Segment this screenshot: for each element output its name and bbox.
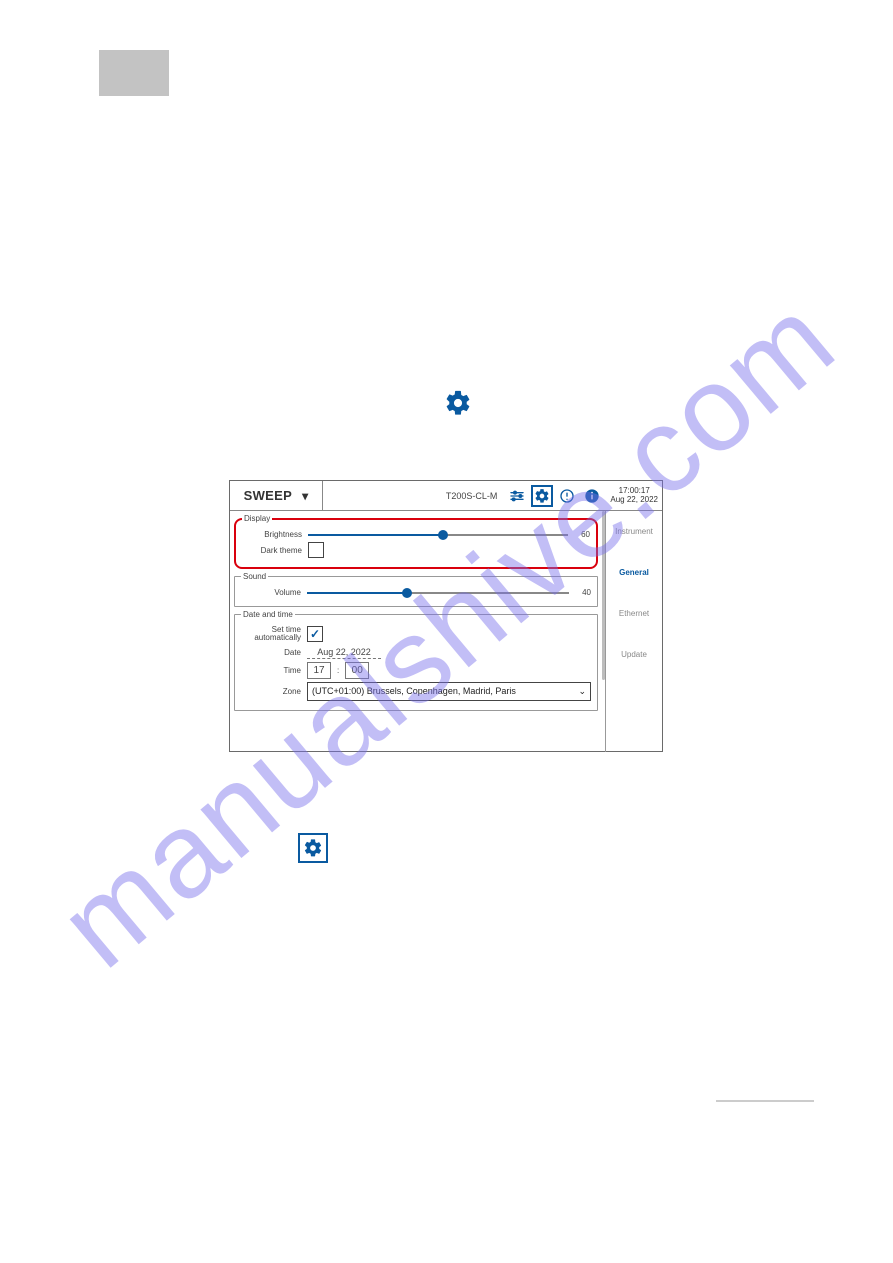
volume-label: Volume [241, 588, 301, 597]
brightness-label: Brightness [242, 530, 302, 539]
volume-slider[interactable] [307, 592, 569, 594]
display-legend: Display [242, 514, 272, 523]
device-screenshot: SWEEP ▾ T200S-CL-M 17:00:17 Aug 22, 2022 [229, 480, 663, 752]
zone-select[interactable]: (UTC+01:00) Brussels, Copenhagen, Madrid… [307, 682, 591, 701]
gear-icon [444, 389, 472, 417]
sidebar-item-general[interactable]: General [606, 552, 662, 593]
mode-dropdown[interactable]: SWEEP ▾ [230, 481, 323, 510]
gear-icon [298, 833, 328, 863]
top-bar: SWEEP ▾ T200S-CL-M 17:00:17 Aug 22, 2022 [230, 481, 662, 511]
date-label: Date [241, 648, 301, 657]
dark-theme-checkbox[interactable] [308, 542, 324, 558]
date-input[interactable] [307, 646, 381, 659]
topbar-tabs [503, 481, 606, 510]
dark-theme-label: Dark theme [242, 546, 302, 555]
clock: 17:00:17 Aug 22, 2022 [606, 481, 662, 510]
time-label: Time [241, 666, 301, 675]
datetime-group: Date and time Set time automatically ✓ D… [234, 610, 598, 711]
sound-group: Sound Volume 40 [234, 572, 598, 607]
auto-time-label: Set time automatically [241, 626, 301, 643]
time-hours-input[interactable]: 17 [307, 662, 331, 679]
datetime-legend: Date and time [241, 610, 295, 619]
scrollbar[interactable] [602, 511, 605, 680]
sliders-icon[interactable] [506, 485, 528, 507]
display-group: Display Brightness 60 Dark theme [234, 514, 598, 569]
chevron-down-icon: ⌄ [578, 686, 586, 697]
chevron-down-icon: ▾ [302, 489, 308, 503]
clock-date: Aug 22, 2022 [610, 496, 658, 505]
settings-sidebar: Instrument General Ethernet Update [605, 511, 662, 752]
sound-legend: Sound [241, 572, 268, 581]
settings-panel: Display Brightness 60 Dark theme Sound [230, 511, 605, 752]
device-name: T200S-CL-M [323, 481, 503, 510]
sidebar-item-ethernet[interactable]: Ethernet [606, 593, 662, 634]
sidebar-item-update[interactable]: Update [606, 634, 662, 675]
mode-label: SWEEP [244, 488, 292, 503]
gear-icon[interactable] [531, 485, 553, 507]
zone-value: (UTC+01:00) Brussels, Copenhagen, Madrid… [312, 686, 516, 696]
time-minutes-input[interactable]: 00 [345, 662, 369, 679]
zone-label: Zone [241, 687, 301, 696]
volume-value: 40 [575, 588, 591, 597]
alert-icon[interactable] [556, 485, 578, 507]
brightness-slider[interactable] [308, 534, 568, 536]
header-grey-box [99, 50, 169, 96]
sidebar-item-instrument[interactable]: Instrument [606, 511, 662, 552]
info-icon[interactable] [581, 485, 603, 507]
brightness-value: 60 [574, 530, 590, 539]
footer-rule [716, 1100, 814, 1102]
auto-time-checkbox[interactable]: ✓ [307, 626, 323, 642]
time-separator: : [337, 666, 339, 675]
